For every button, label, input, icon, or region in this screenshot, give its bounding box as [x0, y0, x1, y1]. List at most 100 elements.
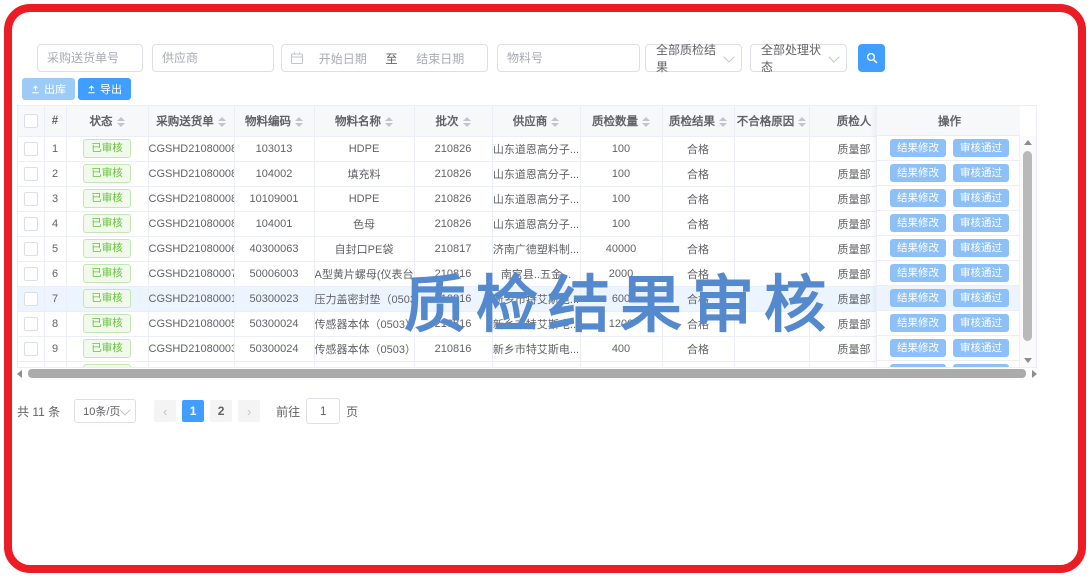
column-header-采购送货单[interactable]: 采购送货单 — [148, 106, 234, 136]
goto-page-input[interactable] — [306, 398, 340, 424]
next-page-button[interactable]: › — [238, 400, 260, 422]
horizontal-scrollbar[interactable] — [17, 369, 1037, 379]
column-header-物料编码[interactable]: 物料编码 — [234, 106, 314, 136]
prev-page-button[interactable]: ‹ — [154, 400, 176, 422]
modify-result-button[interactable]: 结果修改 — [890, 214, 946, 232]
process-status-select[interactable]: 全部处理状态 — [750, 44, 847, 72]
sort-carets-icon[interactable] — [719, 117, 727, 127]
cell-reject_reason — [734, 186, 809, 211]
approve-button[interactable]: 审核通过 — [953, 314, 1009, 332]
modify-result-button[interactable]: 结果修改 — [890, 164, 946, 182]
operation-row: 结果修改审核通过 — [877, 336, 1022, 361]
modify-result-button[interactable]: 结果修改 — [890, 364, 946, 368]
modify-result-button[interactable]: 结果修改 — [890, 314, 946, 332]
modify-result-button[interactable]: 结果修改 — [890, 239, 946, 257]
supplier-input[interactable] — [152, 44, 274, 72]
table-row[interactable]: 3已审核CGSHD2108000810109001HDPE210826山东道恩高… — [18, 186, 1021, 211]
horizontal-scrollbar-thumb[interactable] — [28, 369, 1026, 378]
page-button-1[interactable]: 1 — [182, 400, 204, 422]
scrollbar-corner — [1020, 106, 1036, 137]
sort-carets-icon[interactable] — [117, 117, 125, 127]
cell-supplier: 新乡市特艾斯电... — [492, 311, 580, 336]
table-row[interactable]: 8已审核CGSHD2108000550300024传感器本体（0503）2108… — [18, 311, 1021, 336]
purchase-delivery-no-input[interactable] — [37, 44, 143, 72]
export-button[interactable]: 导出 — [78, 78, 131, 100]
vertical-scrollbar[interactable] — [1019, 136, 1036, 367]
search-button[interactable] — [858, 44, 885, 72]
cell-batch: 210816 — [414, 261, 492, 286]
row-checkbox[interactable] — [24, 242, 38, 256]
column-header-不合格原因[interactable]: 不合格原因 — [734, 106, 809, 136]
row-checkbox[interactable] — [24, 192, 38, 206]
approve-button[interactable]: 审核通过 — [953, 289, 1009, 307]
scroll-left-arrow-icon[interactable] — [17, 370, 22, 378]
row-checkbox[interactable] — [24, 367, 38, 368]
cell-qc_result: 合格 — [662, 211, 734, 236]
table-row[interactable]: 1已审核CGSHD21080008103013HDPE210826山东道恩高分子… — [18, 136, 1021, 161]
table-row[interactable]: 4已审核CGSHD21080008104001色母210826山东道恩高分子..… — [18, 211, 1021, 236]
row-checkbox[interactable] — [24, 217, 38, 231]
column-header-物料名称[interactable]: 物料名称 — [314, 106, 414, 136]
sort-carets-icon[interactable] — [385, 117, 393, 127]
cell-batch: 210816 — [414, 311, 492, 336]
column-header-供应商[interactable]: 供应商 — [492, 106, 580, 136]
modify-result-button[interactable]: 结果修改 — [890, 289, 946, 307]
cell-material_code: 10109001 — [234, 186, 314, 211]
row-checkbox[interactable] — [24, 292, 38, 306]
column-header-质检数量[interactable]: 质检数量 — [580, 106, 662, 136]
approve-button[interactable]: 审核通过 — [953, 339, 1009, 357]
approve-button[interactable]: 审核通过 — [953, 189, 1009, 207]
sort-carets-icon[interactable] — [551, 117, 559, 127]
table-row[interactable]: 5已审核CGSHD2108000640300063自封口PE袋210817济南广… — [18, 236, 1021, 261]
select-all-checkbox[interactable] — [24, 114, 38, 128]
table-row[interactable]: 2已审核CGSHD21080008104002填充料210826山东道恩高分子.… — [18, 161, 1021, 186]
sort-carets-icon[interactable] — [642, 117, 650, 127]
stock-out-button[interactable]: 出库 — [22, 78, 75, 100]
table-row[interactable]: 10已审核CGSHD2108000450000005弹簧（0503）210818… — [18, 361, 1021, 367]
row-index: 1 — [44, 136, 66, 161]
row-checkbox[interactable] — [24, 167, 38, 181]
scroll-right-arrow-icon[interactable] — [1032, 370, 1037, 378]
column-header-批次[interactable]: 批次 — [414, 106, 492, 136]
sort-carets-icon[interactable] — [295, 117, 303, 127]
approve-button[interactable]: 审核通过 — [953, 164, 1009, 182]
modify-result-button[interactable]: 结果修改 — [890, 189, 946, 207]
approve-button[interactable]: 审核通过 — [953, 239, 1009, 257]
column-header-状态[interactable]: 状态 — [66, 106, 148, 136]
approve-button[interactable]: 审核通过 — [953, 214, 1009, 232]
row-checkbox[interactable] — [24, 342, 38, 356]
page-button-2[interactable]: 2 — [210, 400, 232, 422]
modify-result-button[interactable]: 结果修改 — [890, 339, 946, 357]
sort-carets-icon[interactable] — [218, 117, 226, 127]
table-row[interactable]: 6已审核CGSHD2108000750006003A型黄片螺母(仪表台)2108… — [18, 261, 1021, 286]
qc-result-select[interactable]: 全部质检结果 — [645, 44, 742, 72]
cell-qc_result: 合格 — [662, 236, 734, 261]
column-header-质检结果[interactable]: 质检结果 — [662, 106, 734, 136]
sort-carets-icon[interactable] — [463, 117, 471, 127]
operation-row: 结果修改审核通过 — [877, 161, 1022, 186]
modify-result-button[interactable]: 结果修改 — [890, 139, 946, 157]
table-row[interactable]: 9已审核CGSHD2108000350300024传感器本体（0503）2108… — [18, 336, 1021, 361]
cell-batch: 210817 — [414, 236, 492, 261]
scroll-down-arrow-icon[interactable] — [1024, 358, 1032, 363]
cell-batch: 210826 — [414, 161, 492, 186]
date-range-picker[interactable]: 开始日期 至 结束日期 — [281, 44, 488, 72]
cell-qc_result: 合格 — [662, 136, 734, 161]
scroll-up-arrow-icon[interactable] — [1024, 140, 1032, 145]
cell-reject_reason — [734, 361, 809, 367]
table-row[interactable]: 7已审核CGSHD2108000150300023压力盖密封垫（0503）210… — [18, 286, 1021, 311]
page-size-select[interactable]: 10条/页 — [74, 399, 136, 423]
row-checkbox[interactable] — [24, 142, 38, 156]
modify-result-button[interactable]: 结果修改 — [890, 264, 946, 282]
cell-material_code: 50000005 — [234, 361, 314, 367]
stock-out-label: 出库 — [44, 81, 66, 97]
row-checkbox[interactable] — [24, 267, 38, 281]
approve-button[interactable]: 审核通过 — [953, 264, 1009, 282]
material-no-input[interactable] — [497, 44, 640, 72]
sort-carets-icon[interactable] — [798, 117, 806, 127]
vertical-scrollbar-thumb[interactable] — [1023, 151, 1032, 341]
row-checkbox[interactable] — [24, 317, 38, 331]
approve-button[interactable]: 审核通过 — [953, 364, 1009, 368]
approve-button[interactable]: 审核通过 — [953, 139, 1009, 157]
cell-reject_reason — [734, 211, 809, 236]
